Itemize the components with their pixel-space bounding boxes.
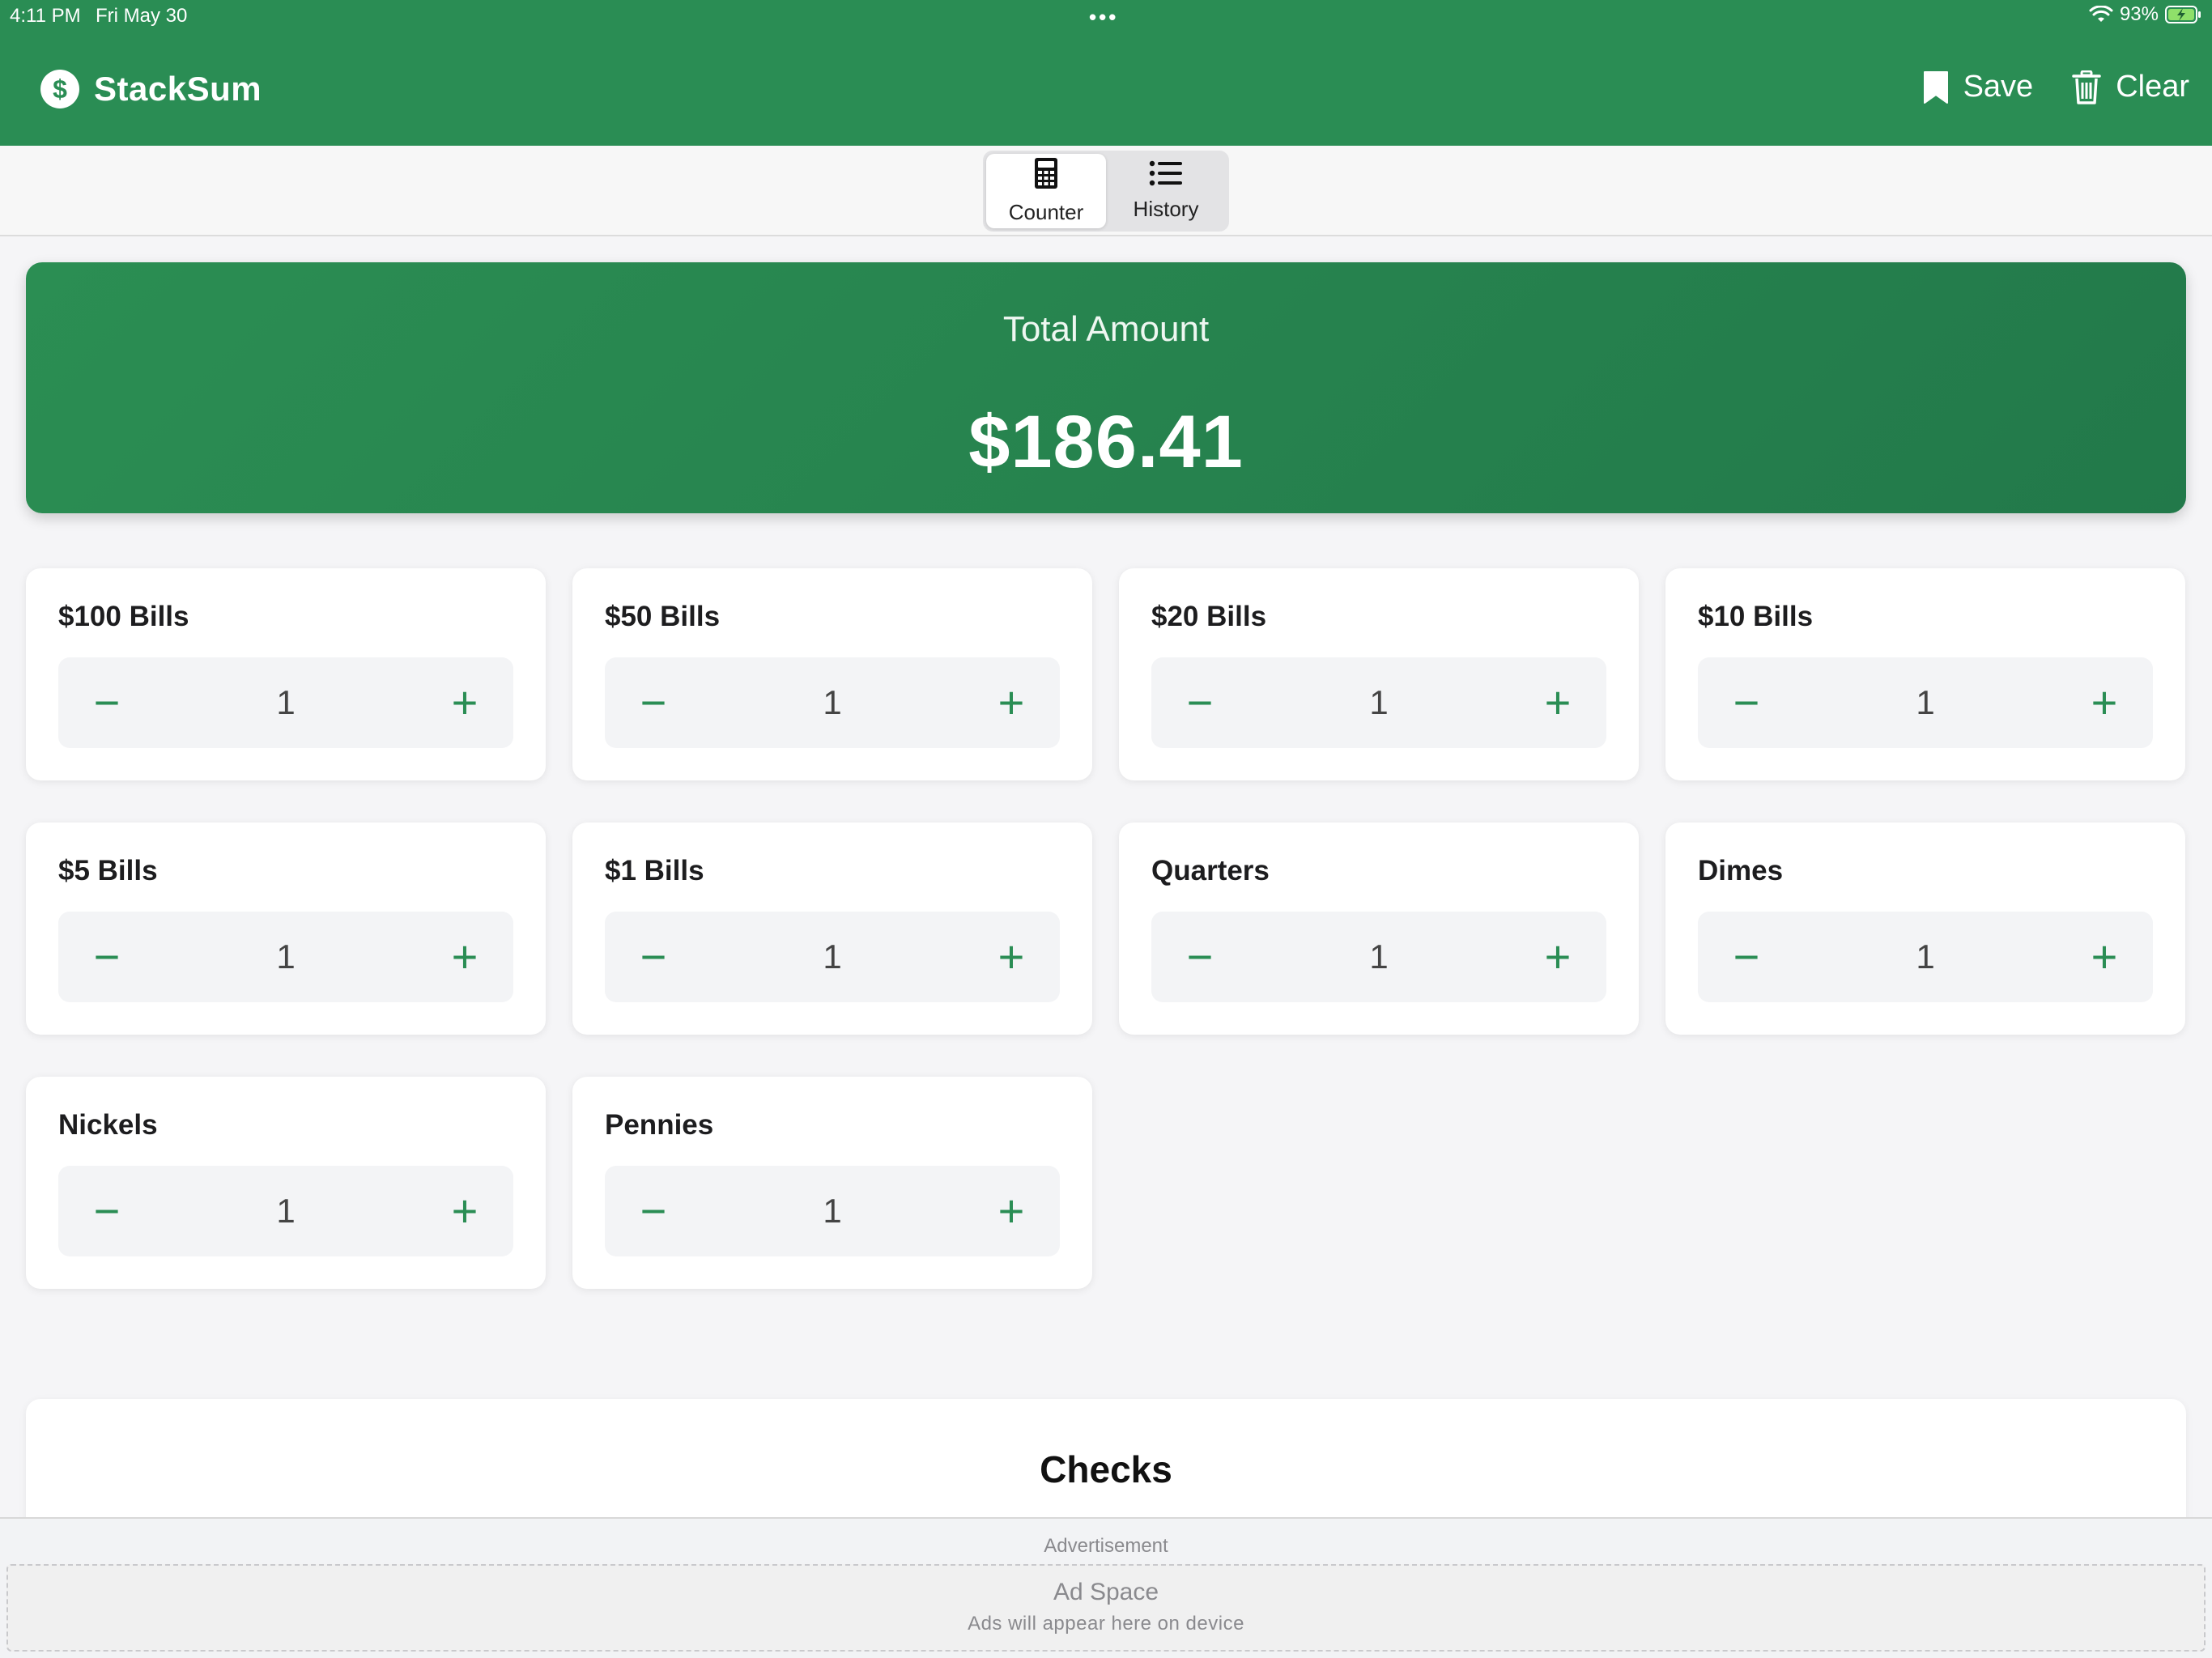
count-value: 1	[1369, 937, 1389, 976]
quantity-stepper: − 1 +	[58, 1166, 513, 1256]
denomination-card: $100 Bills − 1 +	[26, 568, 546, 780]
denomination-name: $20 Bills	[1151, 601, 1267, 632]
denomination-card: $5 Bills − 1 +	[26, 823, 546, 1035]
denomination-card: Quarters − 1 +	[1119, 823, 1639, 1035]
quantity-stepper: − 1 +	[605, 1166, 1060, 1256]
decrement-button[interactable]: −	[83, 678, 131, 727]
decrement-button[interactable]: −	[83, 933, 131, 981]
decrement-button[interactable]: −	[1722, 933, 1771, 981]
increment-button[interactable]: +	[987, 933, 1036, 981]
denomination-card: $50 Bills − 1 +	[572, 568, 1092, 780]
total-value: $186.41	[968, 401, 1244, 483]
increment-button[interactable]: +	[440, 1187, 489, 1235]
denomination-card: $20 Bills − 1 +	[1119, 568, 1639, 780]
increment-button[interactable]: +	[987, 678, 1036, 727]
denomination-card: $1 Bills − 1 +	[572, 823, 1092, 1035]
denomination-name: Quarters	[1151, 855, 1270, 886]
denomination-name: $1 Bills	[605, 855, 704, 886]
increment-button[interactable]: +	[1534, 933, 1582, 981]
denomination-name: $5 Bills	[58, 855, 158, 886]
quantity-stepper: − 1 +	[58, 657, 513, 748]
quantity-stepper: − 1 +	[605, 657, 1060, 748]
bookmark-icon	[1923, 70, 1949, 104]
dollar-logo-icon: $	[40, 70, 79, 108]
quantity-stepper: − 1 +	[1151, 912, 1606, 1002]
app-root: 4:11 PM Fri May 30 ••• 93% $ StackSum Sa…	[0, 0, 2212, 1658]
status-right: 93%	[2089, 3, 2202, 26]
calculator-icon	[1034, 157, 1058, 195]
count-value: 1	[823, 937, 842, 976]
multitasking-dots-icon[interactable]: •••	[1089, 5, 1118, 30]
ad-banner: Advertisement Ad Space Ads will appear h…	[0, 1517, 2212, 1658]
quantity-stepper: − 1 +	[1151, 657, 1606, 748]
wifi-icon	[2089, 6, 2113, 23]
header-actions: Save Clear	[1923, 70, 2189, 104]
decrement-button[interactable]: −	[1176, 933, 1224, 981]
count-value: 1	[276, 937, 296, 976]
clear-button[interactable]: Clear	[2072, 70, 2189, 104]
quantity-stepper: − 1 +	[1698, 657, 2153, 748]
count-value: 1	[1916, 683, 1935, 721]
denomination-name: $100 Bills	[58, 601, 189, 632]
total-card: Total Amount $186.41	[26, 262, 2186, 513]
decrement-button[interactable]: −	[1722, 678, 1771, 727]
quantity-stepper: − 1 +	[1698, 912, 2153, 1002]
denomination-name: $10 Bills	[1698, 601, 1814, 632]
tab-history-label: History	[1133, 197, 1199, 221]
segmented-control: Counter History	[983, 151, 1229, 232]
ad-subtitle: Ads will appear here on device	[968, 1613, 1244, 1635]
count-value: 1	[276, 1192, 296, 1230]
quantity-stepper: − 1 +	[58, 912, 513, 1002]
denomination-card: Dimes − 1 +	[1665, 823, 2185, 1035]
decrement-button[interactable]: −	[1176, 678, 1224, 727]
denomination-card: Nickels − 1 +	[26, 1077, 546, 1289]
denomination-card: $10 Bills − 1 +	[1665, 568, 2185, 780]
status-date: Fri May 30	[96, 5, 188, 27]
trash-icon	[2072, 70, 2101, 104]
denomination-name: Dimes	[1698, 855, 1784, 886]
denomination-name: $50 Bills	[605, 601, 721, 632]
brand: $ StackSum	[40, 70, 262, 108]
tab-history[interactable]: History	[1106, 154, 1226, 228]
total-label: Total Amount	[1002, 309, 1210, 349]
save-label: Save	[1963, 70, 2034, 104]
increment-button[interactable]: +	[987, 1187, 1036, 1235]
count-value: 1	[823, 1192, 842, 1230]
tab-bar: Counter History	[0, 146, 2212, 236]
tab-counter-label: Counter	[1008, 200, 1084, 224]
decrement-button[interactable]: −	[83, 1187, 131, 1235]
count-value: 1	[1916, 937, 1935, 976]
tab-counter[interactable]: Counter	[986, 154, 1106, 228]
denomination-name: Pennies	[605, 1109, 714, 1141]
app-header: 4:11 PM Fri May 30 ••• 93% $ StackSum Sa…	[0, 0, 2212, 146]
checks-title: Checks	[1040, 1448, 1172, 1490]
ad-label: Advertisement	[1044, 1535, 1168, 1557]
battery-percent: 93%	[2119, 3, 2159, 25]
quantity-stepper: − 1 +	[605, 912, 1060, 1002]
decrement-button[interactable]: −	[629, 1187, 678, 1235]
decrement-button[interactable]: −	[629, 678, 678, 727]
count-value: 1	[823, 683, 842, 721]
count-value: 1	[1369, 683, 1389, 721]
app-title: StackSum	[94, 70, 262, 108]
status-time: 4:11 PM	[10, 5, 81, 27]
increment-button[interactable]: +	[440, 678, 489, 727]
increment-button[interactable]: +	[1534, 678, 1582, 727]
increment-button[interactable]: +	[2080, 678, 2129, 727]
battery-charging-icon	[2165, 5, 2202, 24]
denomination-card: Pennies − 1 +	[572, 1077, 1092, 1289]
increment-button[interactable]: +	[2080, 933, 2129, 981]
decrement-button[interactable]: −	[629, 933, 678, 981]
increment-button[interactable]: +	[440, 933, 489, 981]
denomination-name: Nickels	[58, 1109, 158, 1141]
ad-placeholder[interactable]: Ad Space Ads will appear here on device	[6, 1564, 2206, 1652]
ad-title: Ad Space	[1053, 1579, 1159, 1605]
denomination-grid: $100 Bills − 1 + $50 Bills − 1 + $20 Bil…	[26, 568, 2186, 1289]
count-value: 1	[276, 683, 296, 721]
list-icon	[1149, 160, 1183, 192]
clear-label: Clear	[2116, 70, 2189, 104]
save-button[interactable]: Save	[1923, 70, 2034, 104]
